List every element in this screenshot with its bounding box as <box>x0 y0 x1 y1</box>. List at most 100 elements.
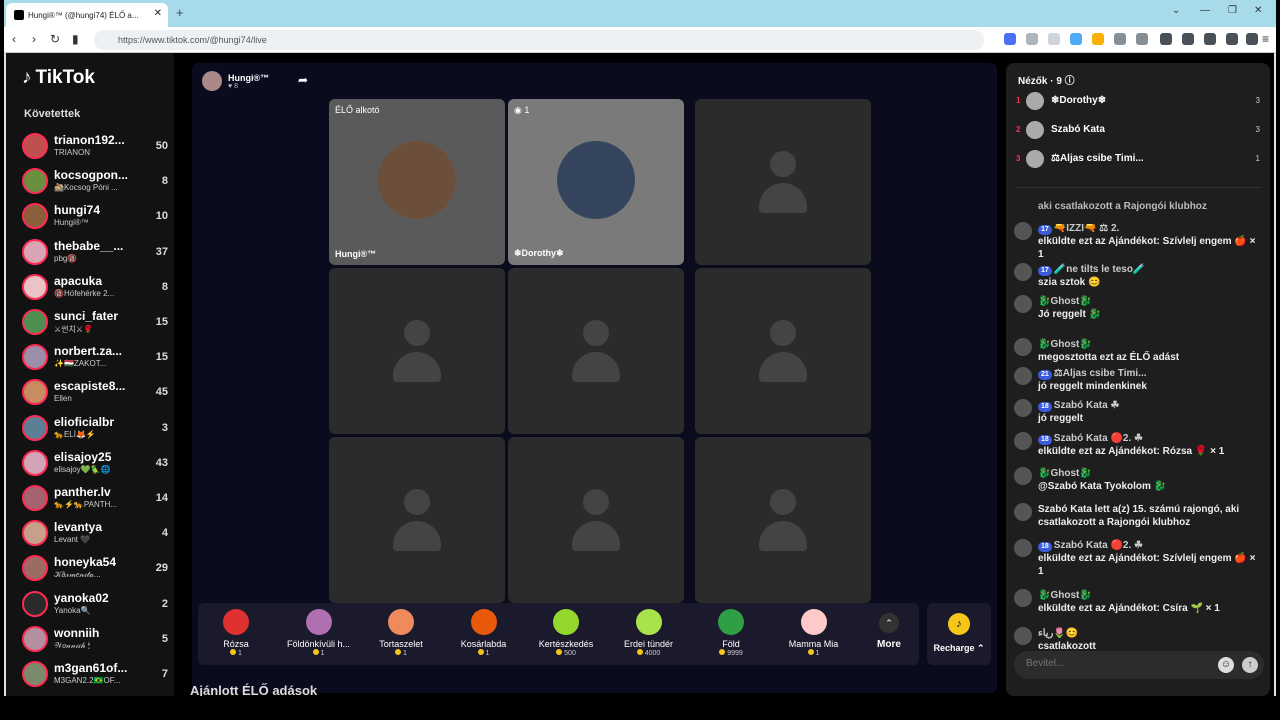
minimize-icon[interactable]: — <box>1200 5 1210 16</box>
empty-slot[interactable] <box>508 437 684 603</box>
more-gifts-button[interactable]: ⌃ More <box>869 607 909 650</box>
bookmark-icon[interactable]: ▮ <box>72 32 79 46</box>
following-item[interactable]: panther.lv 🐆⚡🐆PANTH... 14 <box>22 483 172 517</box>
empty-slot[interactable] <box>695 437 871 603</box>
gift-item[interactable]: Földönkívüli h... 1 <box>276 607 362 657</box>
avatar[interactable] <box>1014 295 1032 313</box>
chat-username[interactable]: 🐉Ghost🐉 <box>1038 468 1092 479</box>
chat-username[interactable]: 🐉Ghost🐉 <box>1038 296 1092 307</box>
chat-username[interactable]: 🧪ne tilts le teso🧪 <box>1054 264 1146 275</box>
translate-icon[interactable] <box>1004 33 1016 45</box>
gift-item[interactable]: Tortaszelet 1 <box>358 607 444 657</box>
following-item[interactable]: levantya Levant 🖤 4 <box>22 518 172 552</box>
extension-icon[interactable] <box>1048 33 1060 45</box>
reload-icon[interactable]: ↻ <box>50 32 60 46</box>
avatar[interactable] <box>1014 432 1032 450</box>
menu-icon[interactable]: ≡ <box>1262 32 1269 46</box>
stream-cell-host[interactable]: ÉLŐ alkotó Hungi®™ <box>329 99 505 265</box>
host-avatar[interactable] <box>202 71 222 91</box>
tiktok-logo[interactable]: ♪ TikTok <box>22 67 95 89</box>
following-nickname: 𝒲𝑜𝓃𝓃𝒾𝒾𝒽 🕯 <box>54 640 90 650</box>
shield-icon[interactable] <box>1246 33 1258 45</box>
avatar[interactable] <box>1014 367 1032 385</box>
following-item[interactable]: yanoka02 Yanoka🔍 2 <box>22 589 172 623</box>
viewer-item[interactable]: 1 ❄Dorothy❄ 3 <box>1016 91 1266 111</box>
gift-item[interactable]: Erdei tündér 4000 <box>606 607 692 657</box>
viewer-item[interactable]: 2 Szabó Kata 3 <box>1016 120 1266 140</box>
sidebar-icon[interactable] <box>1182 33 1194 45</box>
chat-input-box[interactable]: ☺ ↑ <box>1014 651 1264 679</box>
viewer-item[interactable]: 3 ⚖Aljas csibe Timi... 1 <box>1016 149 1266 169</box>
emoji-icon[interactable]: ☺ <box>1218 657 1234 673</box>
avatar[interactable] <box>1014 539 1032 557</box>
extension-icon[interactable] <box>1026 33 1038 45</box>
following-item[interactable]: kocsogpon... 🚵Kocsog Póni ... 8 <box>22 166 172 200</box>
following-item[interactable]: elisajoy25 elisajoy💚🦜🌐 43 <box>22 448 172 482</box>
window-close-icon[interactable]: ✕ <box>1254 5 1262 16</box>
tab-list-icon[interactable]: ⌄ <box>1172 5 1180 16</box>
chat-username[interactable]: Szabó Kata 🔴2. ☘ <box>1054 540 1143 551</box>
chat-username[interactable]: 🔫IZZI🔫 ⚖ 2. <box>1054 223 1120 234</box>
host-info[interactable]: Hungi®™ ♥ 8 <box>202 69 269 93</box>
following-item[interactable]: apacuka 🔞Hófehérke 2... 8 <box>22 272 172 306</box>
empty-slot[interactable] <box>329 268 505 434</box>
chat-username[interactable]: Szabó Kata ☘ <box>1054 400 1120 411</box>
following-item[interactable]: sunci_fater ⚔썬치⚔🌹 15 <box>22 307 172 341</box>
following-item[interactable]: norbert.za... ✨🇭🇺ZAKOT... 15 <box>22 342 172 376</box>
music-icon[interactable] <box>1160 33 1172 45</box>
send-icon[interactable]: ↑ <box>1242 657 1258 673</box>
following-item[interactable]: thebabe__... pbg🔞 37 <box>22 237 172 271</box>
chat-username[interactable]: ﺭﻳﺎﺀ🌷😊 <box>1038 628 1078 639</box>
following-name: levantya <box>54 520 103 535</box>
following-item[interactable]: honeyka54 𝒦á𝓇𝓂𝑒𝓃𝒾𝓉𝒶... 29 <box>22 553 172 587</box>
chat-input[interactable] <box>1026 658 1216 669</box>
avatar[interactable] <box>1014 467 1032 485</box>
chat-username[interactable]: 🐉Ghost🐉 <box>1038 590 1092 601</box>
chat-username[interactable]: 🐉Ghost🐉 <box>1038 339 1092 350</box>
url-field[interactable]: https://www.tiktok.com/@hungi74/live <box>94 30 984 50</box>
extension-icon[interactable] <box>1092 33 1104 45</box>
avatar[interactable] <box>1014 338 1032 356</box>
extension-icon[interactable] <box>1070 33 1082 45</box>
person-placeholder-icon <box>583 320 609 346</box>
browser-tab[interactable]: Hungi®™ (@hungi74) ÉLŐ a... ✕ <box>6 3 168 27</box>
empty-slot[interactable] <box>695 268 871 434</box>
empty-slot[interactable] <box>695 99 871 265</box>
chat-username[interactable]: Szabó Kata 🔴2. ☘ <box>1054 433 1143 444</box>
chat-username[interactable]: ⚖Aljas csibe Timi... <box>1054 368 1147 379</box>
stream-cell-guest[interactable]: ◉ 1 ❄Dorothy❄ <box>508 99 684 265</box>
forward-icon[interactable]: › <box>32 32 36 46</box>
share-icon[interactable]: ➦ <box>298 73 308 87</box>
restore-icon[interactable]: ❐ <box>1228 5 1237 16</box>
person-placeholder-icon <box>572 521 620 551</box>
gift-item[interactable]: Föld 9999 <box>688 607 774 657</box>
avatar[interactable] <box>1014 222 1032 240</box>
tab-close-icon[interactable]: ✕ <box>154 8 162 19</box>
following-item[interactable]: elioficialbr 🐆ELÍ🦊⚡ 3 <box>22 413 172 447</box>
avatar[interactable] <box>1014 589 1032 607</box>
following-item[interactable]: hungi74 Hungi®™ 10 <box>22 201 172 235</box>
avatar[interactable] <box>1014 263 1032 281</box>
following-item[interactable]: wonniih 𝒲𝑜𝓃𝓃𝒾𝒾𝒽 🕯 5 <box>22 624 172 658</box>
gift-item[interactable]: Mamma Mia 1 <box>771 607 857 657</box>
gift-item[interactable]: Rózsa 1 <box>193 607 279 657</box>
wallet-icon[interactable] <box>1204 33 1216 45</box>
avatar[interactable] <box>1014 503 1032 521</box>
empty-slot[interactable] <box>329 437 505 603</box>
empty-slot[interactable] <box>508 268 684 434</box>
gift-item[interactable]: Kertészkedés 500 <box>523 607 609 657</box>
following-nickname: 🔞Hófehérke 2... <box>54 288 115 298</box>
puzzle-icon[interactable] <box>1114 33 1126 45</box>
following-item[interactable]: m3gan61of... M3GAN2.2🇧🇷OF... 7 <box>22 659 172 693</box>
new-tab-icon[interactable]: + <box>176 5 184 20</box>
coin-icon: ♪ <box>948 613 970 635</box>
avatar[interactable] <box>1014 399 1032 417</box>
following-item[interactable]: escapiste8... Ellen 45 <box>22 377 172 411</box>
gift-item[interactable]: Kosárlabda 1 <box>441 607 527 657</box>
media-icon[interactable] <box>1136 33 1148 45</box>
sparkle-icon[interactable] <box>1226 33 1238 45</box>
recharge-button[interactable]: ♪ Recharge ⌃ <box>927 603 991 665</box>
back-icon[interactable]: ‹ <box>12 32 16 46</box>
avatar[interactable] <box>1014 627 1032 645</box>
following-item[interactable]: trianon192... TRIANON 50 <box>22 131 172 165</box>
